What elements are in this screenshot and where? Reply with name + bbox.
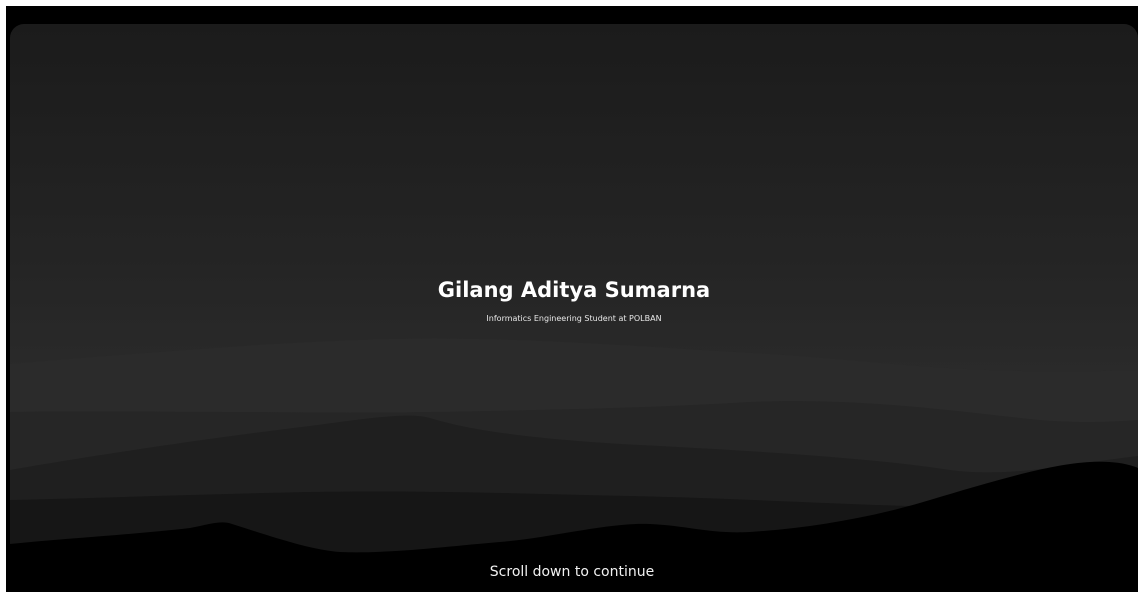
hero-section: Gilang Aditya Sumarna Informatics Engine… <box>10 24 1138 592</box>
hero-title-block: Gilang Aditya Sumarna Informatics Engine… <box>10 278 1138 323</box>
scroll-down-hint[interactable]: Scroll down to continue <box>6 564 1138 580</box>
page-frame: Gilang Aditya Sumarna Informatics Engine… <box>6 6 1138 592</box>
hero-subtitle: Informatics Engineering Student at POLBA… <box>486 314 662 323</box>
hero-title: Gilang Aditya Sumarna <box>437 278 711 302</box>
